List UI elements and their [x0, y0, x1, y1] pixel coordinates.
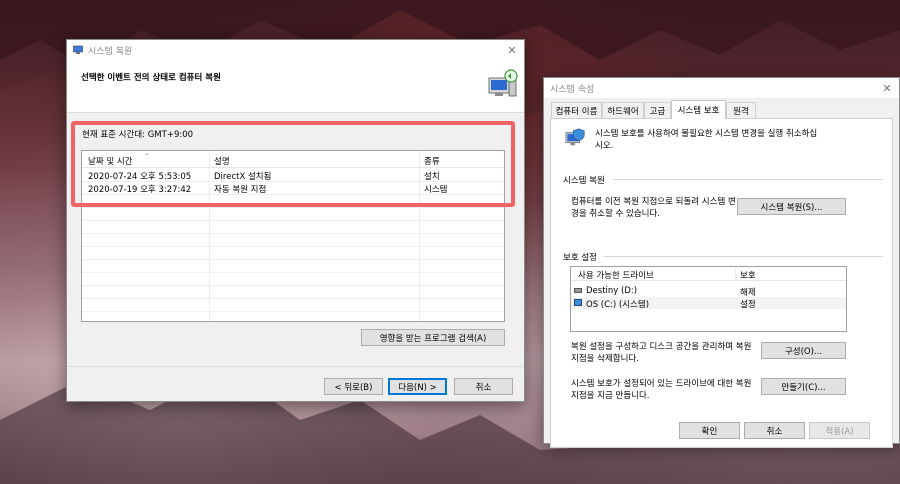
configure-button[interactable]: 구성(O)... — [761, 342, 846, 359]
footer-separator — [67, 366, 524, 367]
tab-system-protection[interactable]: 시스템 보호 — [671, 100, 726, 119]
row-divider — [82, 207, 504, 208]
create-button[interactable]: 만들기(C)... — [761, 378, 846, 395]
section-separator — [603, 256, 883, 257]
tab-advanced[interactable]: 고급 — [644, 102, 671, 118]
restore-header: 선택한 이벤트 전의 상태로 컴퓨터 복원 — [67, 60, 524, 113]
column-protection[interactable]: 보호 — [740, 269, 756, 281]
create-description: 시스템 보호가 설정되어 있는 드라이브에 대한 복원 지점을 지금 만듭니다. — [571, 379, 752, 401]
system-restore-icon — [73, 45, 83, 54]
row-divider — [82, 285, 504, 286]
scan-affected-programs-button[interactable]: 영향을 받는 프로그램 검색(A) — [361, 329, 505, 346]
system-restore-window: 시스템 복원 ✕ 선택한 이벤트 전의 상태로 컴퓨터 복원 현재 표준 시간대… — [66, 39, 525, 402]
apply-button[interactable]: 적용(A) — [809, 422, 870, 439]
wizard-cancel-button[interactable]: 취소 — [454, 378, 513, 395]
tab-computer-name[interactable]: 컴퓨터 이름 — [551, 102, 602, 118]
row-divider — [82, 272, 504, 273]
row-divider — [82, 298, 504, 299]
restore-close-button[interactable]: ✕ — [500, 40, 524, 60]
col-divider — [735, 267, 736, 281]
row-divider — [82, 246, 504, 247]
protection-section-label: 보호 설정 — [563, 253, 597, 263]
restore-computer-icon — [488, 69, 518, 97]
list-item[interactable]: OS (C:) (시스템) 설정 — [571, 297, 846, 310]
restore-heading: 선택한 이벤트 전의 상태로 컴퓨터 복원 — [81, 73, 221, 83]
row-divider — [82, 220, 504, 221]
tab-remote[interactable]: 원격 — [726, 102, 756, 118]
next-button[interactable]: 다음(N) > — [388, 378, 447, 395]
restore-titlebar: 시스템 복원 ✕ — [67, 40, 524, 60]
properties-title: 시스템 속성 — [550, 84, 595, 95]
drive-icon — [574, 288, 582, 293]
properties-cancel-button[interactable]: 취소 — [744, 422, 805, 439]
restore-section-label: 시스템 복원 — [563, 176, 605, 186]
drive-name: Destiny (D:) — [586, 286, 638, 296]
ok-button[interactable]: 확인 — [679, 422, 740, 439]
close-icon: ✕ — [507, 43, 517, 57]
system-protection-icon — [565, 128, 585, 146]
restore-description: 컴퓨터를 이전 복원 지점으로 되돌려 시스템 변경을 취소할 수 있습니다. — [571, 197, 736, 219]
section-separator — [613, 179, 883, 180]
system-properties-window: 시스템 속성 ✕ 컴퓨터 이름 하드웨어 고급 시스템 보호 원격 시스템 보호… — [543, 77, 900, 448]
protection-intro-text: 시스템 보호를 사용하여 불필요한 시스템 변경을 실행 취소하십시오. — [595, 129, 818, 151]
row-divider — [82, 311, 504, 312]
close-icon: ✕ — [882, 81, 892, 95]
properties-close-button[interactable]: ✕ — [875, 78, 899, 98]
drives-header: 사용 가능한 드라이브 보호 — [571, 267, 846, 281]
configure-description: 복원 설정을 구성하고 디스크 공간을 관리하며 복원 지점을 삭제합니다. — [571, 342, 752, 364]
system-protection-panel: 시스템 보호를 사용하여 불필요한 시스템 변경을 실행 취소하십시오. 시스템… — [550, 118, 893, 448]
highlight-annotation — [71, 121, 515, 207]
back-button[interactable]: < 뒤로(B) — [324, 378, 383, 395]
drive-protection: 설정 — [740, 300, 756, 310]
properties-titlebar: 시스템 속성 ✕ — [544, 78, 899, 98]
drives-list: 사용 가능한 드라이브 보호 Destiny (D:) 해제 OS (C:) (… — [570, 266, 847, 332]
system-restore-button[interactable]: 시스템 복원(S)... — [737, 198, 846, 215]
row-divider — [82, 259, 504, 260]
list-item[interactable]: Destiny (D:) 해제 — [571, 285, 846, 298]
windows-drive-icon — [574, 299, 582, 306]
tab-hardware[interactable]: 하드웨어 — [602, 102, 644, 118]
restore-title: 시스템 복원 — [88, 46, 133, 57]
drive-name: OS (C:) (시스템) — [586, 300, 650, 310]
column-drive[interactable]: 사용 가능한 드라이브 — [578, 269, 654, 281]
row-divider — [82, 233, 504, 234]
